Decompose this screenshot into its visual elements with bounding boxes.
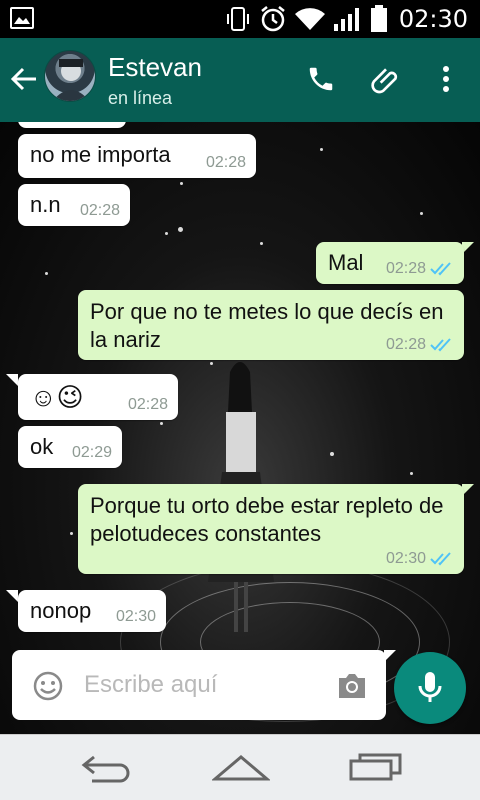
message-text: ☺😉	[30, 382, 84, 412]
mic-button[interactable]	[394, 652, 466, 724]
attachment-icon[interactable]	[370, 64, 402, 96]
message-time: 02:28	[385, 336, 426, 353]
battery-icon	[370, 5, 387, 32]
message-bubble-outgoing[interactable]: Mal 02:28	[316, 242, 464, 284]
bubble-tail	[6, 590, 18, 602]
recents-icon[interactable]	[348, 751, 404, 783]
status-icons: 02:30	[224, 0, 468, 38]
signal-icon	[333, 8, 359, 31]
message-time: 02:28	[127, 396, 168, 413]
message-time: 02:30	[385, 550, 426, 567]
message-bubble-outgoing[interactable]: Porque tu orto debe estar repleto de pel…	[78, 484, 464, 574]
message-text: n.n	[30, 192, 61, 217]
message-bubble-partial	[18, 122, 126, 128]
read-ticks-icon	[430, 338, 451, 352]
emoji-icon[interactable]	[32, 670, 64, 702]
camera-icon[interactable]	[336, 670, 368, 700]
system-nav-bar	[0, 734, 480, 800]
message-bubble-incoming[interactable]: nonop 02:30	[18, 590, 166, 632]
message-input[interactable]	[84, 664, 314, 706]
alarm-icon	[261, 6, 285, 32]
message-time: 02:30	[115, 608, 156, 625]
home-icon[interactable]	[212, 751, 270, 783]
message-time: 02:28	[385, 260, 426, 277]
contact-status: en línea	[108, 88, 173, 108]
bubble-tail	[6, 374, 18, 386]
avatar[interactable]	[44, 50, 96, 102]
back-arrow-icon[interactable]	[10, 66, 38, 92]
read-ticks-icon	[430, 552, 451, 566]
image-icon	[10, 7, 34, 29]
message-bubble-incoming[interactable]: n.n 02:28	[18, 184, 130, 226]
message-time: 02:28	[205, 154, 246, 171]
read-ticks-icon	[430, 262, 451, 276]
message-text: no me importa	[30, 142, 171, 167]
vibrate-icon	[226, 7, 249, 31]
message-bubble-outgoing[interactable]: Por que no te metes lo que decís en la n…	[78, 290, 464, 360]
chat-header: Estevan en línea	[0, 38, 480, 122]
message-text: ok	[30, 434, 54, 459]
back-icon[interactable]	[80, 751, 134, 785]
message-bubble-incoming[interactable]: ☺😉 02:28	[18, 374, 178, 420]
message-text: Porque tu orto debe estar repleto de pel…	[90, 493, 444, 546]
mic-icon	[418, 672, 442, 702]
clock: 02:30	[398, 5, 468, 33]
message-text: Mal	[328, 250, 364, 275]
more-vert-icon[interactable]	[438, 64, 454, 94]
message-composer	[12, 650, 396, 720]
message-bubble-incoming[interactable]: no me importa 02:28	[18, 134, 256, 178]
status-bar: 02:30	[0, 0, 480, 38]
contact-name[interactable]: Estevan	[108, 52, 202, 83]
message-time: 02:29	[71, 444, 112, 461]
chat-area[interactable]: no me importa 02:28 n.n 02:28 Mal 02:28 …	[0, 122, 480, 734]
message-bubble-incoming[interactable]: ok 02:29	[18, 426, 122, 468]
phone-icon[interactable]	[306, 64, 336, 94]
message-text: nonop	[30, 598, 92, 623]
wifi-icon	[294, 8, 325, 31]
message-time: 02:28	[79, 202, 120, 219]
